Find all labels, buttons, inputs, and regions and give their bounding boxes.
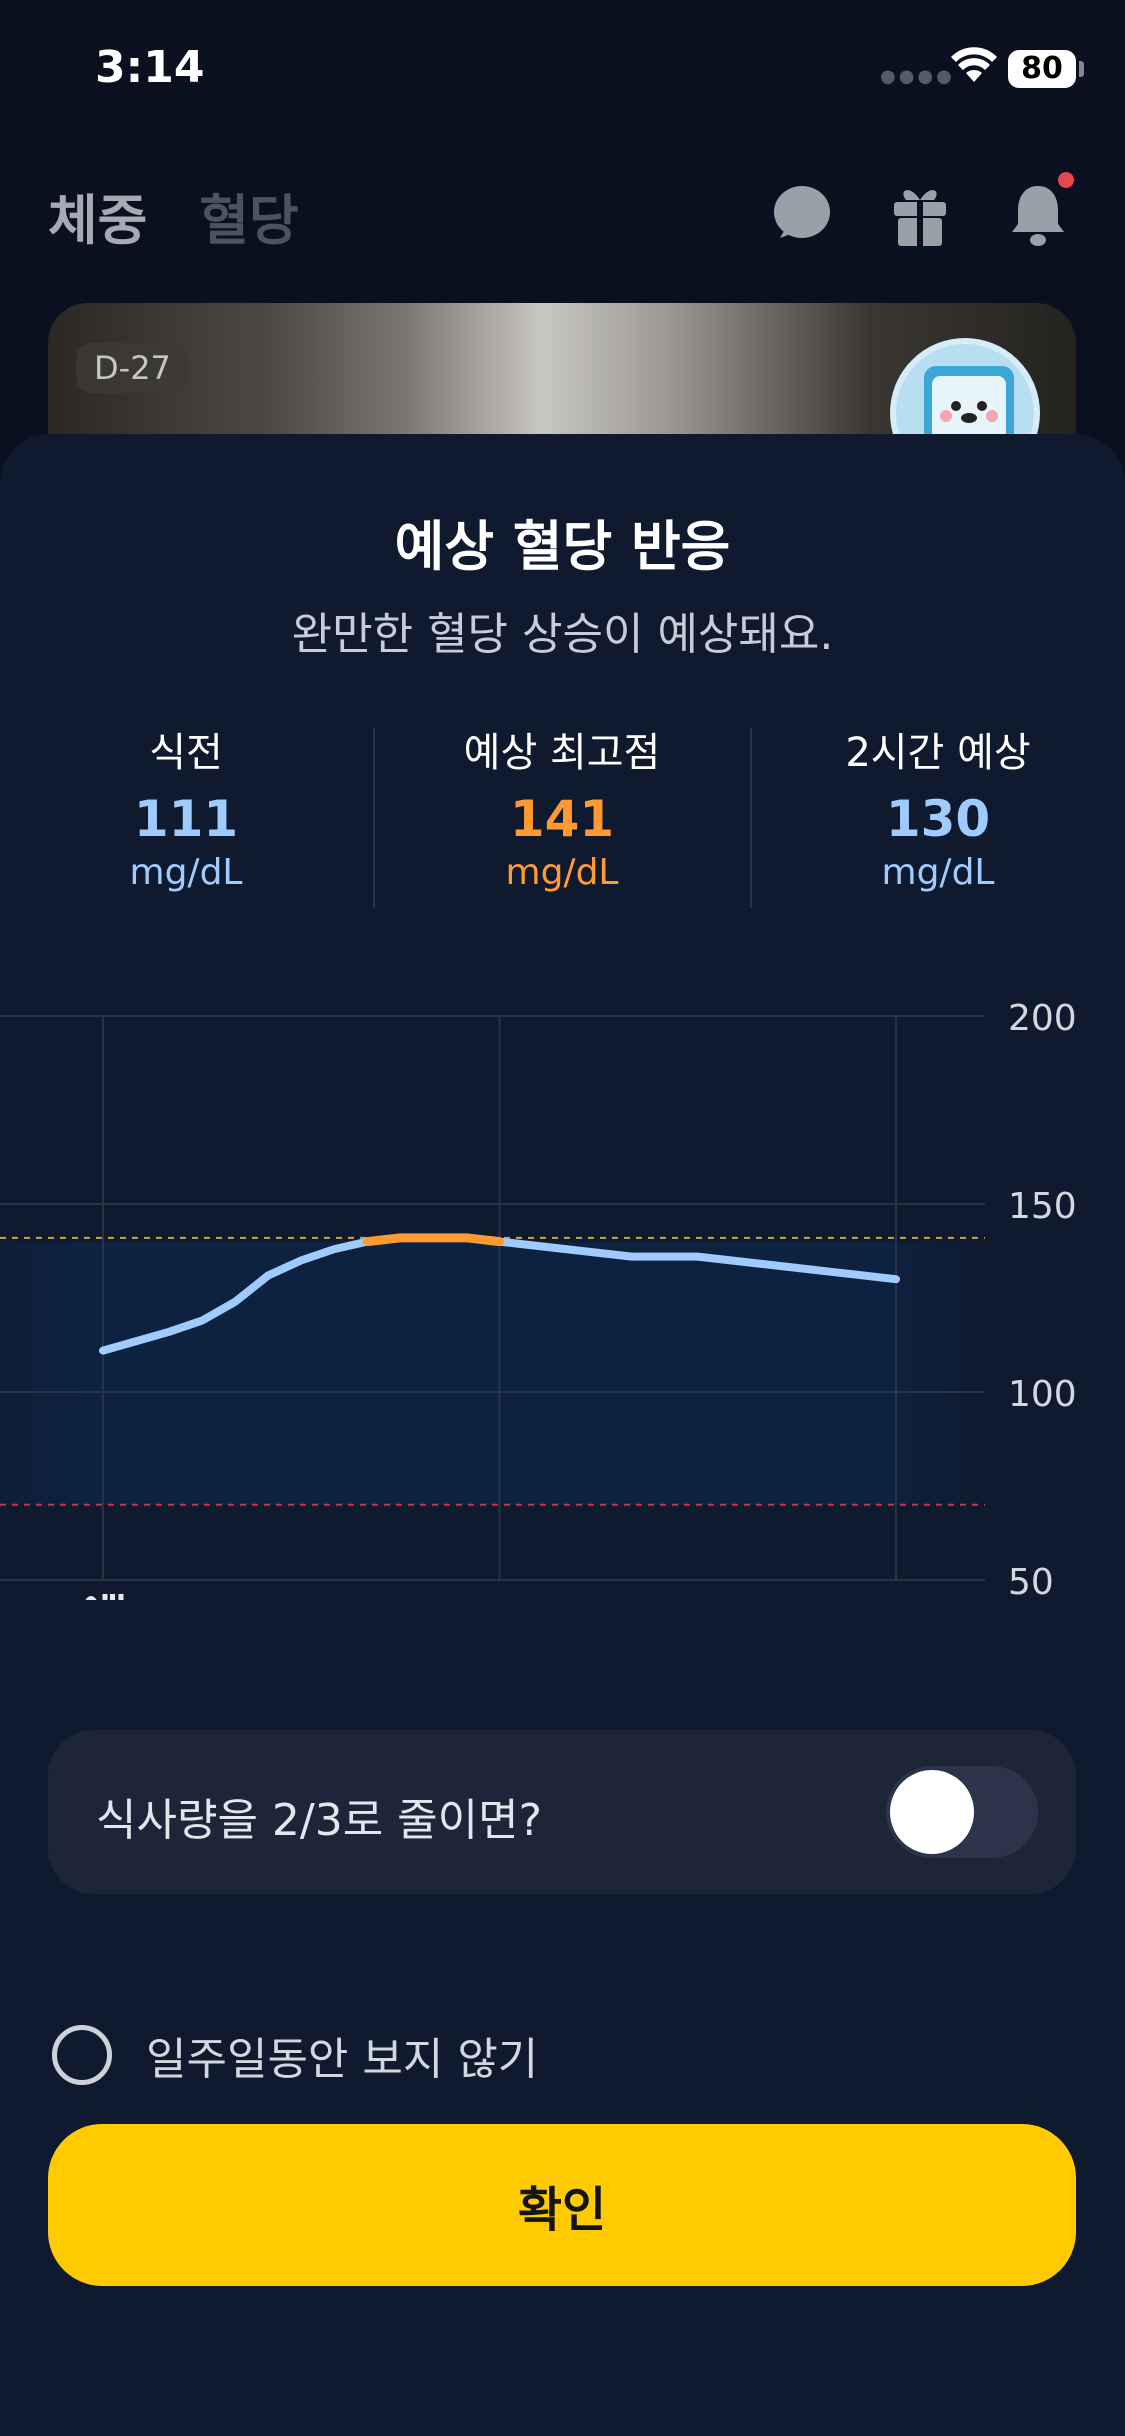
status-bar: 3:14 ●●●● 80	[0, 0, 1125, 140]
stat-two-hour: 2시간 예상 130 mg/dL	[788, 720, 1088, 893]
confirm-button[interactable]: 확인	[48, 2124, 1076, 2286]
status-time: 3:14	[95, 42, 205, 93]
bottom-sheet: 예상 혈당 반응 완만한 혈당 상승이 예상돼요. 식전 111 mg/dL 예…	[0, 434, 1125, 2436]
stat-label: 식전	[149, 730, 223, 776]
y-tick-label: 150	[1008, 1186, 1077, 1227]
reduce-portion-card: 식사량을 2/3로 줄이면?	[48, 1730, 1076, 1894]
gift-icon[interactable]	[888, 180, 952, 250]
fork-knife-icon	[85, 1594, 124, 1600]
stat-label: 예상 최고점	[463, 730, 661, 776]
dont-show-label: 일주일동안 보지 않기	[146, 2034, 539, 2085]
reduce-portion-toggle[interactable]	[886, 1766, 1038, 1858]
stat-unit: mg/dL	[505, 852, 619, 893]
tab-blood-sugar[interactable]: 혈당	[199, 176, 298, 255]
toggle-knob	[890, 1770, 974, 1854]
glucose-chart: 200 150 100 50 1시간 2시간	[0, 998, 1077, 1600]
glucose-stats: 식전 111 mg/dL 예상 최고점 141 mg/dL 2시간 예상 130…	[0, 720, 1125, 910]
target-range-band	[0, 1241, 985, 1505]
y-tick-label: 100	[1008, 1374, 1077, 1415]
reduce-portion-label: 식사량을 2/3로 줄이면?	[96, 1795, 542, 1846]
stat-label: 2시간 예상	[845, 730, 1031, 776]
stat-peak: 예상 최고점 141 mg/dL	[412, 720, 712, 893]
stat-pre-meal: 식전 111 mg/dL	[36, 720, 336, 893]
stat-divider	[373, 728, 375, 908]
stat-unit: mg/dL	[129, 852, 243, 893]
x-tick-label: 2시간	[854, 1599, 938, 1600]
sheet-subtitle: 완만한 혈당 상승이 예상돼요.	[291, 609, 834, 660]
top-tabs: 체중 혈당	[48, 180, 299, 252]
tab-weight[interactable]: 체중	[48, 176, 147, 255]
stat-value: 141	[509, 790, 615, 848]
x-tick-label: 1시간	[457, 1599, 541, 1600]
y-tick-label: 200	[1008, 998, 1077, 1039]
stat-value: 130	[885, 790, 991, 848]
header-icons	[770, 172, 1074, 250]
bell-icon[interactable]	[1006, 172, 1074, 250]
battery-tip	[1079, 61, 1084, 77]
sheet-title: 예상 혈당 반응	[394, 515, 731, 578]
y-tick-label: 50	[1008, 1562, 1054, 1600]
chat-icon[interactable]	[770, 180, 834, 250]
notification-dot	[1058, 172, 1074, 188]
stat-divider	[750, 728, 752, 908]
peak-segment-line	[362, 1233, 504, 1247]
battery-icon: 80	[1008, 50, 1076, 88]
dday-badge: D-27	[76, 343, 189, 393]
stat-unit: mg/dL	[881, 852, 995, 893]
wifi-icon	[951, 47, 997, 82]
stat-value: 111	[133, 790, 239, 848]
dont-show-radio[interactable]	[52, 2025, 112, 2085]
cellular-signal-icon: ●●●●	[880, 66, 955, 87]
dont-show-week-option[interactable]: 일주일동안 보지 않기	[52, 2020, 538, 2090]
